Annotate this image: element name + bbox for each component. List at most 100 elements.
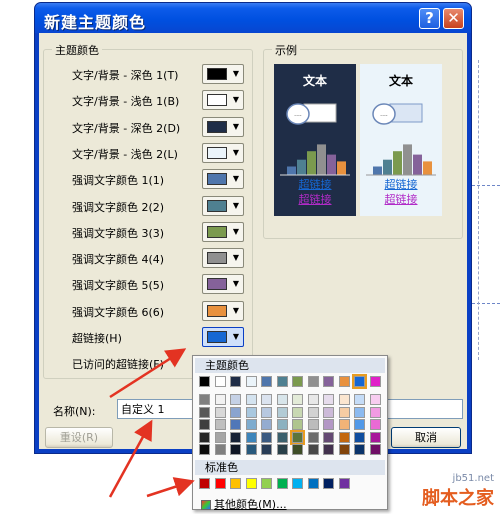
theme-shade-cell[interactable] bbox=[261, 431, 272, 443]
standard-color-cell[interactable] bbox=[307, 478, 319, 489]
theme-color-dropdown-button[interactable]: ▼ bbox=[202, 90, 244, 111]
theme-shade-cell[interactable] bbox=[214, 406, 226, 418]
standard-color-cell[interactable] bbox=[261, 478, 272, 489]
standard-color-cell[interactable] bbox=[276, 478, 288, 489]
standard-color-cell[interactable] bbox=[245, 478, 257, 489]
theme-shade-cell[interactable] bbox=[230, 419, 241, 430]
standard-color-cell[interactable] bbox=[338, 478, 350, 489]
theme-shade-cell[interactable] bbox=[245, 406, 257, 418]
theme-shade-cell[interactable] bbox=[261, 394, 272, 405]
theme-shade-cell[interactable] bbox=[323, 419, 334, 430]
theme-shade-cell[interactable] bbox=[338, 394, 350, 405]
theme-shade-cell[interactable] bbox=[199, 406, 210, 418]
theme-color-dropdown-button[interactable]: ▼ bbox=[202, 221, 244, 242]
theme-shade-cell[interactable] bbox=[354, 444, 365, 455]
theme-shade-cell[interactable] bbox=[292, 444, 303, 455]
theme-color-dropdown-button[interactable]: ▼ bbox=[202, 248, 244, 269]
standard-color-cell[interactable] bbox=[214, 478, 226, 489]
theme-shade-cell[interactable] bbox=[261, 444, 272, 455]
theme-shade-cell[interactable] bbox=[214, 394, 226, 405]
theme-shade-cell[interactable] bbox=[369, 431, 381, 443]
theme-shade-cell[interactable] bbox=[307, 444, 319, 455]
theme-color-cell[interactable] bbox=[230, 376, 241, 387]
theme-color-dropdown-button[interactable]: ▼ bbox=[202, 327, 244, 347]
theme-shade-cell[interactable] bbox=[214, 419, 226, 430]
theme-shade-cell[interactable] bbox=[276, 431, 288, 443]
theme-shade-cell[interactable] bbox=[199, 419, 210, 430]
theme-shade-cell[interactable] bbox=[199, 444, 210, 455]
theme-color-cell[interactable] bbox=[214, 376, 226, 387]
theme-shade-cell[interactable] bbox=[261, 419, 272, 430]
theme-shade-cell[interactable] bbox=[323, 444, 334, 455]
theme-shade-cell[interactable] bbox=[290, 429, 305, 445]
theme-shade-cell[interactable] bbox=[369, 406, 381, 418]
theme-shade-cell[interactable] bbox=[199, 394, 210, 405]
theme-shade-cell[interactable] bbox=[261, 406, 272, 418]
theme-shade-cell[interactable] bbox=[307, 431, 319, 443]
standard-color-cell[interactable] bbox=[230, 478, 241, 489]
standard-color-cell[interactable] bbox=[199, 478, 210, 489]
theme-color-cell[interactable] bbox=[352, 374, 367, 389]
theme-shade-cell[interactable] bbox=[199, 431, 210, 443]
theme-color-cell[interactable] bbox=[338, 376, 350, 387]
theme-shade-cell[interactable] bbox=[230, 444, 241, 455]
theme-shade-cell[interactable] bbox=[230, 406, 241, 418]
theme-color-cell[interactable] bbox=[276, 376, 288, 387]
theme-shade-cell[interactable] bbox=[338, 431, 350, 443]
cancel-button[interactable]: 取消 bbox=[391, 427, 461, 448]
theme-shade-cell[interactable] bbox=[245, 419, 257, 430]
theme-shade-cell[interactable] bbox=[354, 394, 365, 405]
theme-shade-cell[interactable] bbox=[323, 406, 334, 418]
theme-shade-cell[interactable] bbox=[245, 394, 257, 405]
help-button[interactable]: ? bbox=[419, 8, 440, 29]
theme-shade-cell[interactable] bbox=[338, 419, 350, 430]
theme-shade-cell[interactable] bbox=[245, 444, 257, 455]
theme-color-cell[interactable] bbox=[323, 376, 334, 387]
theme-shade-cell[interactable] bbox=[230, 431, 241, 443]
theme-shade-cell[interactable] bbox=[354, 419, 365, 430]
theme-color-cell[interactable] bbox=[245, 376, 257, 387]
theme-color-dropdown-button[interactable]: ▼ bbox=[202, 142, 244, 163]
theme-color-dropdown-button[interactable]: ▼ bbox=[202, 169, 244, 190]
theme-shade-cell[interactable] bbox=[292, 394, 303, 405]
theme-shade-cell[interactable] bbox=[276, 444, 288, 455]
theme-shade-cell[interactable] bbox=[230, 394, 241, 405]
theme-shade-cell[interactable] bbox=[369, 394, 381, 405]
theme-shade-cell[interactable] bbox=[276, 419, 288, 430]
theme-shade-cell[interactable] bbox=[369, 419, 381, 430]
theme-shade-cell[interactable] bbox=[292, 419, 303, 430]
theme-shade-cell[interactable] bbox=[307, 406, 319, 418]
theme-shade-cell[interactable] bbox=[276, 406, 288, 418]
theme-shade-cell[interactable] bbox=[292, 406, 303, 418]
color-swatch bbox=[207, 120, 227, 133]
theme-shade-cell[interactable] bbox=[214, 444, 226, 455]
theme-color-dropdown-button[interactable]: ▼ bbox=[202, 64, 244, 84]
standard-color-cell[interactable] bbox=[292, 478, 303, 489]
theme-color-cell[interactable] bbox=[199, 376, 210, 387]
theme-shade-cell[interactable] bbox=[338, 444, 350, 455]
theme-shade-cell[interactable] bbox=[276, 394, 288, 405]
theme-shade-cell[interactable] bbox=[307, 419, 319, 430]
more-colors-item[interactable]: 其他颜色(M)... bbox=[201, 496, 287, 512]
theme-color-dropdown-button[interactable]: ▼ bbox=[202, 300, 244, 321]
theme-shade-cell[interactable] bbox=[369, 444, 381, 455]
standard-color-cell[interactable] bbox=[323, 478, 334, 489]
theme-color-dropdown-button[interactable]: ▼ bbox=[202, 195, 244, 216]
theme-shade-cell[interactable] bbox=[323, 431, 334, 443]
theme-color-cell[interactable] bbox=[292, 376, 303, 387]
theme-shade-cell[interactable] bbox=[214, 431, 226, 443]
close-button[interactable]: ✕ bbox=[443, 8, 464, 29]
theme-color-cell[interactable] bbox=[307, 376, 319, 387]
reset-button[interactable]: 重设(R) bbox=[45, 427, 113, 448]
theme-shade-cell[interactable] bbox=[323, 394, 334, 405]
theme-shade-cell[interactable] bbox=[307, 394, 319, 405]
theme-color-dropdown-button[interactable]: ▼ bbox=[202, 116, 244, 137]
theme-shade-cell[interactable] bbox=[354, 431, 365, 443]
theme-color-row-label: 强调文字颜色 1(1) bbox=[72, 174, 165, 188]
theme-color-cell[interactable] bbox=[369, 376, 381, 387]
theme-shade-cell[interactable] bbox=[338, 406, 350, 418]
theme-shade-cell[interactable] bbox=[354, 406, 365, 418]
theme-color-cell[interactable] bbox=[261, 376, 272, 387]
theme-color-dropdown-button[interactable]: ▼ bbox=[202, 274, 244, 295]
theme-shade-cell[interactable] bbox=[245, 431, 257, 443]
